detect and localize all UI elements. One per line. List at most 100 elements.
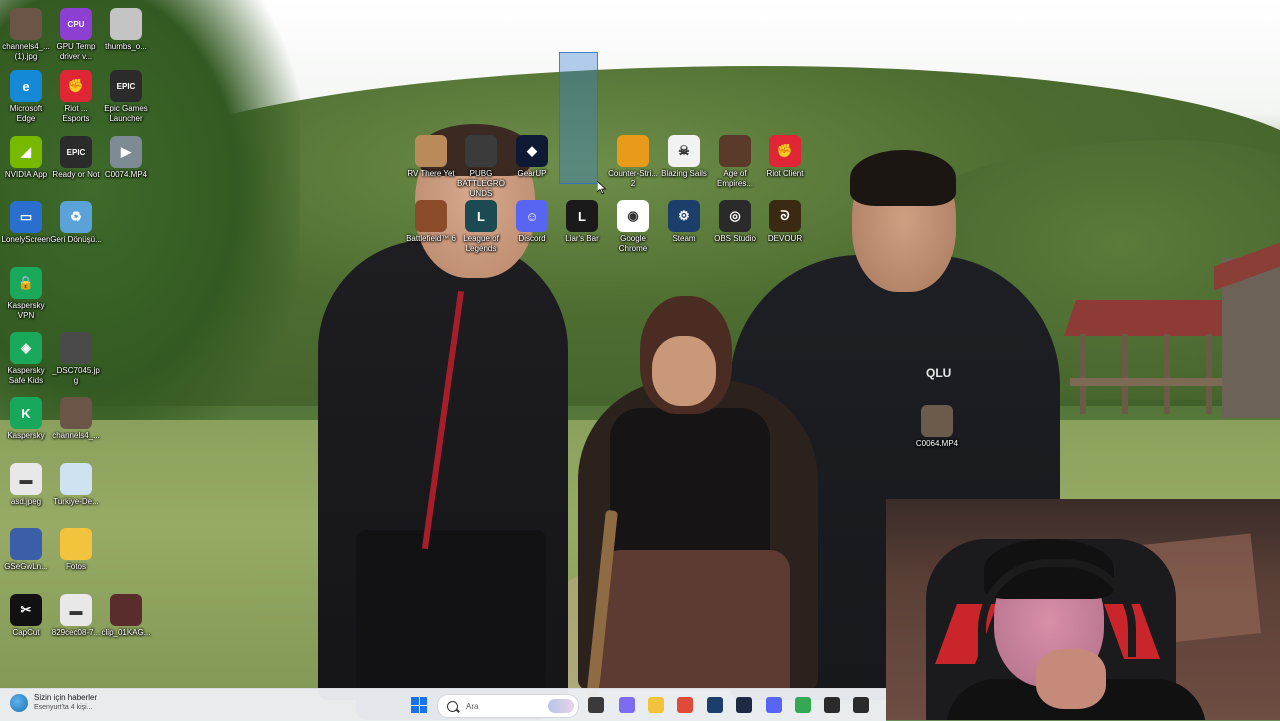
copilot-icon[interactable] (619, 697, 635, 713)
desktop-icon-label: GearUP (517, 169, 547, 178)
desktop-icon-label: _DSC7045.jpg (52, 366, 100, 385)
desktop-icon-recycle-bin[interactable]: ♻ Geri Dönüşü... (50, 201, 102, 245)
age-of-empires-icon (719, 135, 751, 167)
desktop-icon-discord[interactable]: ☺ Discord (506, 200, 558, 244)
chrome-alt-icon[interactable] (795, 697, 811, 713)
discord-icon: ☺ (516, 200, 548, 232)
kaspersky-safe-kids-icon: ◈ (10, 332, 42, 364)
discord-icon[interactable] (766, 697, 782, 713)
riot-client-icon: ✊ (769, 135, 801, 167)
desktop-icon-label: Kaspersky VPN (7, 301, 45, 320)
search-highlight-icon (548, 699, 574, 713)
desktop-icon-epic-games-launcher[interactable]: EPIC Epic Games Launcher (100, 70, 152, 124)
desktop-icon-label: Age of Empires... (716, 169, 753, 188)
desktop-icon-lonelyscreen[interactable]: ▭ LonelyScreen (0, 201, 52, 245)
counter-strike-2-icon (617, 135, 649, 167)
channels4-jpg-icon (10, 8, 42, 40)
desktop-icon-gpu-temp[interactable]: CPU GPU Temp driver v... (50, 8, 102, 62)
desktop-icon-label: Kaspersky (7, 431, 45, 440)
news-title: Sizin için haberler (34, 693, 98, 702)
desktop-icon-label: Blazing Sails (661, 169, 707, 178)
steam-icon[interactable] (707, 697, 723, 713)
battlefield-6-icon (415, 200, 447, 232)
desktop-icon-label: GSeGwLn... (4, 562, 48, 571)
desktop-icon-channels4-2[interactable]: channels4_... (50, 397, 102, 441)
desktop-icon-battlefield-6[interactable]: Battlefield™ 6 (405, 200, 457, 244)
desktop-icon-rv-there-yet[interactable]: RV There Yet (405, 135, 457, 179)
desktop-icon-label: Epic Games Launcher (104, 104, 148, 123)
desktop-icon-channels4-jpg[interactable]: channels4_... (1).jpg (0, 8, 52, 62)
blazing-sails-icon: ☠ (668, 135, 700, 167)
search-icon (447, 700, 458, 712)
desktop-icon-nvidia-app[interactable]: ◢ NVIDIA App (0, 136, 52, 180)
chrome-icon[interactable] (677, 697, 693, 713)
desktop-icon-label: NVIDIA App (4, 170, 48, 179)
desktop-icon-label: channels4_... (1).jpg (2, 42, 50, 61)
desktop-icon-label: Liar's Bar (565, 234, 599, 243)
desktop-icon-kaspersky[interactable]: K Kaspersky (0, 397, 52, 441)
gsegwln-icon (10, 528, 42, 560)
desktop-icon-dsc7045-jpg[interactable]: _DSC7045.jpg (50, 332, 102, 386)
desktop-icon-label: CapCut (12, 628, 40, 637)
webcam-overlay (886, 499, 1280, 720)
recycle-bin-icon: ♻ (60, 201, 92, 233)
desktop-icon-counter-strike-2[interactable]: Counter-Stri... 2 (607, 135, 659, 189)
desktop-icon-google-chrome[interactable]: ◉ Google Chrome (607, 200, 659, 254)
kaspersky-vpn-icon: 🔒 (10, 267, 42, 299)
news-widget[interactable]: Sizin için haberler Esenyurt'ta 4 kişi..… (10, 693, 97, 713)
desktop-icon-turkiye-de[interactable]: Turkiye-De... (50, 463, 102, 507)
desktop-icon-kaspersky-vpn[interactable]: 🔒 Kaspersky VPN (0, 267, 52, 321)
kaspersky-icon: K (10, 397, 42, 429)
c0064-mp4-icon (921, 405, 953, 437)
desktop-icon-kaspersky-safe-kids[interactable]: ◈ Kaspersky Safe Kids (0, 332, 52, 386)
desktop-icon-label: PUBG BATTLEGROUNDS (457, 169, 505, 198)
google-chrome-icon: ◉ (617, 200, 649, 232)
dsc7045-jpg-icon (60, 332, 92, 364)
desktop-icon-liars-bar[interactable]: L Liar's Bar (556, 200, 608, 244)
desktop-icon-label: OBS Studio (714, 234, 756, 243)
search-placeholder: Ara (466, 701, 479, 711)
obs-icon[interactable] (824, 697, 840, 713)
windows-start-icon[interactable] (411, 697, 427, 713)
desktop-icon-ready-or-not[interactable]: EPIC Ready or Not (50, 136, 102, 180)
desktop-icon-asd-jpeg[interactable]: ▬ asd.jpeg (0, 463, 52, 507)
desktop-icon-gearup[interactable]: ◆ GearUP (506, 135, 558, 179)
explorer-icon[interactable] (648, 697, 664, 713)
desktop-icon-gsegwln[interactable]: GSeGwLn... (0, 528, 52, 572)
desktop-icon-c0064-mp4[interactable]: C0064.MP4 (911, 405, 963, 449)
desktop-icon-pubg[interactable]: PUBG BATTLEGROUNDS (455, 135, 507, 199)
desktop-icon-829cec08[interactable]: ▬ 829cec08-7... (50, 594, 102, 638)
desktop-icon-age-of-empires[interactable]: Age of Empires... (709, 135, 761, 189)
gpu-temp-icon: CPU (60, 8, 92, 40)
desktop-icon-obs-studio[interactable]: ◎ OBS Studio (709, 200, 761, 244)
taskbar-search[interactable]: Ara (437, 694, 579, 718)
league-of-legends-icon: L (465, 200, 497, 232)
turkiye-de-icon (60, 463, 92, 495)
desktop-icon-label: League of Legends (463, 234, 499, 253)
clip-01kag-icon (110, 594, 142, 626)
file-manager-icon[interactable] (588, 697, 604, 713)
epic-icon[interactable] (853, 697, 869, 713)
desktop-icon-riot-client[interactable]: ✊ Riot Client (759, 135, 811, 179)
vscode-icon[interactable] (736, 697, 752, 713)
desktop-icon-steam[interactable]: ⚙ Steam (658, 200, 710, 244)
wallpaper-house (1214, 237, 1280, 418)
desktop-icon-label: GPU Temp driver v... (56, 42, 96, 61)
desktop-icon-thumbs[interactable]: thumbs_o... (100, 8, 152, 52)
ready-or-not-icon: EPIC (60, 136, 92, 168)
channels4-2-icon (60, 397, 92, 429)
desktop-icon-devour[interactable]: ᘐ DEVOUR (759, 200, 811, 244)
desktop-icon-label: channels4_... (52, 431, 100, 440)
desktop-icon-microsoft-edge[interactable]: e Microsoft Edge (0, 70, 52, 124)
desktop-icon-riot-esports[interactable]: ✊ Riot ... Esports (50, 70, 102, 124)
microsoft-edge-icon: e (10, 70, 42, 102)
desktop-icon-fotos[interactable]: Fotos (50, 528, 102, 572)
desktop-icon-blazing-sails[interactable]: ☠ Blazing Sails (658, 135, 710, 179)
desktop-icon-label: Riot Client (766, 169, 804, 178)
desktop-icon-clip-01kag[interactable]: clip_01KAG... (100, 594, 152, 638)
desktop-icon-capcut[interactable]: ✂ CapCut (0, 594, 52, 638)
desktop-icon-c0074-mp4[interactable]: ▶ C0074.MP4 (100, 136, 152, 180)
desktop-icon-label: C0074.MP4 (104, 170, 148, 179)
gearup-icon: ◆ (516, 135, 548, 167)
desktop-icon-league-of-legends[interactable]: L League of Legends (455, 200, 507, 254)
